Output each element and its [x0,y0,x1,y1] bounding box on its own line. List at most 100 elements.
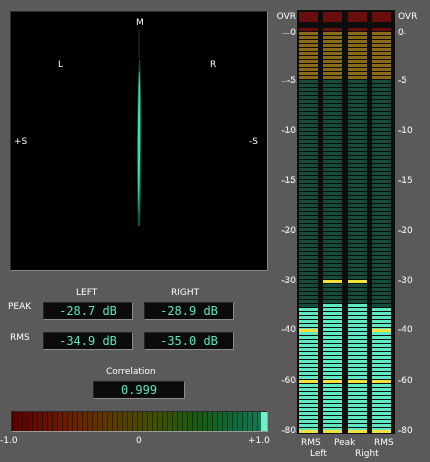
meter-segment-peak-right [348,356,367,359]
meter-segment-rms-right [372,188,391,191]
meter-segment-rms-right [372,288,391,291]
meter-segment-rms-left [299,92,318,95]
reference-line [299,430,318,433]
meter-segment-peak-right [348,316,367,319]
scale-tick [282,181,296,182]
meter-segment-rms-right [372,368,391,371]
meter-segment-rms-right [372,332,391,335]
meter-segment-rms-right [372,144,391,147]
meter-segment-rms-right [372,88,391,91]
meter-segment-rms-left [299,280,318,283]
meter-segment-peak-right [348,100,367,103]
meter-segment-peak-left [323,352,342,355]
meter-segment-peak-left [323,32,342,35]
meter-segment-rms-left [299,180,318,183]
meter-segment-rms-right [372,400,391,403]
rms-right-readout: -35.0 dB [144,332,234,350]
meter-segment-rms-left [299,196,318,199]
meter-segment-rms-left [299,104,318,107]
meter-segment-rms-left [299,308,318,311]
goniometer-display: M L R +S -S [10,11,268,271]
reference-line [348,380,367,383]
meter-segment-rms-left [299,52,318,55]
meter-segment-rms-left [299,248,318,251]
meter-segment-rms-left [299,192,318,195]
meter-segment-peak-right [348,384,367,387]
meter-segment-peak-left [323,368,342,371]
correlation-indicator [261,412,267,431]
meter-segment-rms-right [372,152,391,155]
scale-tick [398,181,406,182]
meter-segment-peak-right [348,260,367,263]
meter-segment-peak-right [348,120,367,123]
meter-segment-rms-right [372,292,391,295]
meter-segment-peak-right [348,344,367,347]
meter-segment-rms-right [372,308,391,311]
meter-segment-rms-right [372,412,391,415]
meter-segment-peak-left [323,52,342,55]
meter-segment-peak-right [348,360,367,363]
meter-segment-peak-right [348,68,367,71]
meter-segment-peak-right [348,228,367,231]
meter-segment-peak-right [348,156,367,159]
meter-segment-rms-left [299,60,318,63]
meter-segment-peak-right [348,32,367,35]
meter-segment-peak-left [323,92,342,95]
meter-segment-rms-left [299,384,318,387]
meter-segment-rms-left [299,340,318,343]
meter-segment-peak-left [323,220,342,223]
meter-segment-rms-left [299,140,318,143]
meter-segment-rms-right [372,336,391,339]
meter-segment-rms-right [372,100,391,103]
meter-segment-peak-right [348,184,367,187]
meter-segment-peak-left [323,76,342,79]
meter-segment-rms-right [372,136,391,139]
meter-segment-peak-left [323,232,342,235]
meter-segment-peak-right [348,60,367,63]
meter-segment-peak-left [323,172,342,175]
meter-segment-rms-right [372,168,391,171]
meter-segment-rms-right [372,204,391,207]
meter-segment-rms-right [372,396,391,399]
meter-segment-peak-left [323,364,342,367]
meter-segment-rms-right [372,424,391,427]
meter-segment-peak-left [323,132,342,135]
meter-segment-rms-right [372,84,391,87]
meter-segment-peak-left [323,100,342,103]
meter-segment-peak-right [348,128,367,131]
meter-segment-rms-left [299,164,318,167]
meter-segment-rms-right [372,196,391,199]
meter-segment-rms-right [372,80,391,83]
meter-segment-rms-right [372,112,391,115]
meter-segment-rms-left [299,296,318,299]
meter-segment-rms-right [372,352,391,355]
meter-segment-peak-right [348,256,367,259]
meter-segment-peak-right [348,132,367,135]
meter-segment-peak-left [323,320,342,323]
meter-segment-rms-left [299,172,318,175]
scale-tick [398,231,406,232]
meter-segment-peak-right [348,148,367,151]
meter-segment-rms-right [372,140,391,143]
meter-segment-rms-left [299,64,318,67]
meter-segment-peak-left [323,160,342,163]
meter-segment-rms-right [372,128,391,131]
meter-segment-rms-right [372,244,391,247]
meter-segment-peak-left [323,192,342,195]
meter-segment-rms-right [372,284,391,287]
meter-segment-peak-right [348,304,367,307]
meter-segment-rms-left [299,272,318,275]
reference-line [323,380,342,383]
meter-segment-peak-left [323,356,342,359]
ovr-led-peak-right [348,12,367,22]
meter-segment-peak-right [348,40,367,43]
meter-segment-rms-right [372,160,391,163]
meter-segment-peak-left [323,40,342,43]
correlation-max-label: +1.0 [248,436,270,446]
meter-segment-rms-right [372,48,391,51]
meter-segment-peak-left [323,304,342,307]
meter-segment-peak-right [348,116,367,119]
meter-segment-peak-right [348,144,367,147]
meter-segment-peak-left [323,96,342,99]
scale-tick [398,81,406,82]
